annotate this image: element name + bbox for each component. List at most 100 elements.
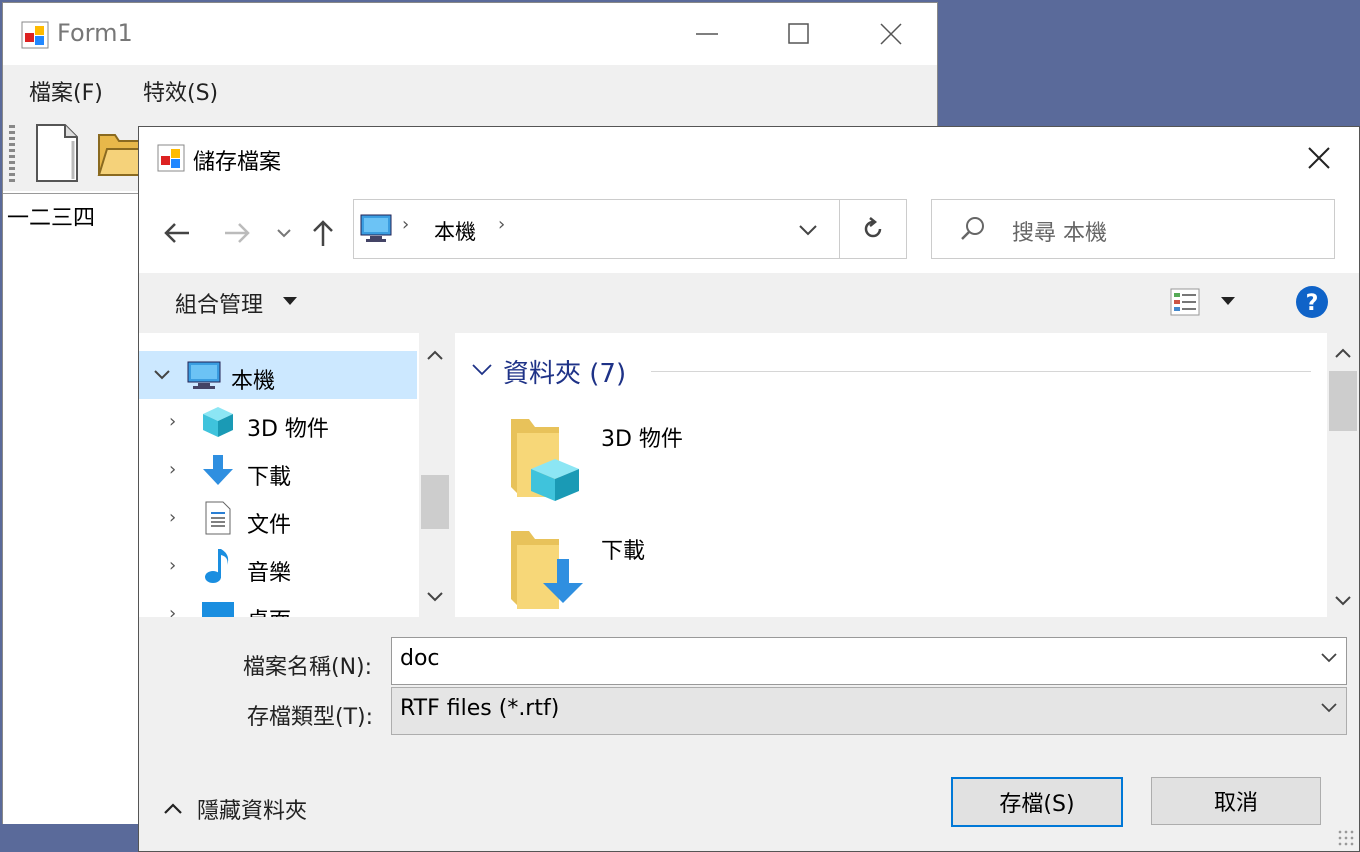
menubar: 檔案(F) 特效(S) (3, 65, 937, 115)
filetype-label: 存檔類型(T): (247, 705, 374, 730)
maximize-icon (788, 23, 809, 44)
scroll-up-icon[interactable] (426, 349, 444, 361)
help-icon[interactable]: ? (1295, 285, 1329, 319)
dialog-title: 儲存檔案 (193, 150, 282, 175)
filename-input[interactable]: doc (391, 637, 1347, 685)
chevron-right-icon[interactable]: › (169, 411, 176, 432)
forward-arrow-icon (225, 223, 250, 243)
chevron-down-icon[interactable] (153, 369, 171, 381)
tree-item-music[interactable]: › 音樂 (139, 543, 417, 591)
navigation-tree: 本機 › 3D 物件 › 下載 › 文件 › 音樂 › (139, 333, 451, 617)
rich-text-content: 一二三四 (7, 206, 96, 231)
save-button[interactable]: 存檔(S) (951, 777, 1123, 827)
tree-label: 音樂 (247, 561, 292, 586)
toolbar-grip[interactable] (9, 125, 15, 183)
folder-item-downloads[interactable]: 下載 (503, 523, 903, 617)
command-bar: 組合管理 ? (139, 273, 1359, 333)
tree-item-3d-objects[interactable]: › 3D 物件 (139, 399, 417, 447)
tree-label: 下載 (247, 465, 292, 490)
download-icon (203, 455, 233, 485)
svg-text:?: ? (1306, 291, 1319, 316)
chevron-down-icon[interactable] (1320, 652, 1338, 664)
chevron-down-icon (277, 229, 291, 238)
tree-item-documents[interactable]: › 文件 (139, 495, 417, 543)
filetype-value: RTF files (*.rtf) (400, 696, 560, 721)
up-arrow-icon (313, 220, 333, 246)
app-icon (21, 21, 49, 49)
scroll-down-icon[interactable] (1334, 595, 1352, 607)
folder-label: 下載 (601, 539, 646, 564)
hide-folders-toggle[interactable]: 隱藏資料夾 (163, 793, 307, 825)
tree-label: 本機 (231, 369, 276, 394)
menu-effects[interactable]: 特效(S) (143, 75, 218, 107)
tree-label: 文件 (247, 513, 292, 538)
search-box[interactable]: 搜尋 本機 (931, 199, 1335, 259)
3d-objects-icon (203, 407, 233, 437)
filename-value: doc (400, 646, 440, 671)
tree-item-desktop[interactable]: › 桌面 (139, 591, 417, 617)
filetype-select[interactable]: RTF files (*.rtf) (391, 687, 1347, 735)
dialog-app-icon (157, 144, 185, 172)
chevron-down-icon[interactable] (471, 363, 493, 377)
breadcrumb-separator: › (402, 214, 410, 235)
back-arrow-icon (164, 223, 189, 243)
chevron-right-icon[interactable]: › (169, 603, 176, 617)
caret-down-icon[interactable] (283, 297, 297, 307)
tree-item-this-pc[interactable]: 本機 (139, 351, 417, 399)
resize-grip[interactable] (1337, 829, 1355, 847)
save-file-dialog: 儲存檔案 › 本機 › 搜尋 本機 組合管理 ? 本機 › 3D 物件 › 下載… (138, 126, 1360, 852)
breadcrumb-location[interactable]: 本機 (434, 216, 476, 246)
chevron-down-icon[interactable] (798, 224, 818, 236)
refresh-icon (864, 217, 882, 238)
minimize-icon (696, 33, 718, 35)
close-icon (1308, 147, 1330, 169)
organize-button[interactable]: 組合管理 (175, 287, 263, 319)
form1-title: Form1 (57, 19, 133, 47)
scroll-down-icon[interactable] (426, 591, 444, 603)
music-icon (205, 549, 229, 583)
computer-icon (360, 214, 392, 242)
content-scrollbar[interactable] (1327, 333, 1359, 617)
desktop-icon (202, 602, 234, 617)
form1-titlebar[interactable]: Form1 (3, 3, 937, 65)
chevron-right-icon[interactable]: › (169, 507, 176, 528)
new-file-icon[interactable] (33, 123, 81, 183)
folder-item-3d-objects[interactable]: 3D 物件 (503, 409, 903, 507)
download-folder-icon (511, 531, 583, 609)
scroll-up-icon[interactable] (1334, 347, 1352, 359)
back-button[interactable] (159, 215, 195, 251)
view-options-icon[interactable] (1169, 287, 1201, 317)
menu-file[interactable]: 檔案(F) (29, 75, 103, 107)
file-list-pane: 資料夾 (7) 3D 物件 下載 (455, 333, 1327, 617)
chevron-up-icon (164, 803, 182, 814)
content-scroll-thumb[interactable] (1329, 371, 1357, 431)
up-button[interactable] (305, 215, 341, 251)
chevron-right-icon[interactable]: › (169, 555, 176, 576)
dialog-titlebar[interactable]: 儲存檔案 (139, 127, 1359, 189)
tree-item-downloads[interactable]: › 下載 (139, 447, 417, 495)
chevron-down-icon[interactable] (1320, 702, 1338, 714)
dialog-close-button[interactable] (1279, 127, 1359, 189)
tree-scroll-thumb[interactable] (421, 475, 449, 529)
computer-icon (187, 361, 221, 389)
maximize-button[interactable] (753, 3, 845, 65)
address-bar[interactable]: › 本機 › (353, 199, 907, 259)
chevron-right-icon[interactable]: › (169, 459, 176, 480)
folder-label: 3D 物件 (601, 427, 683, 452)
3d-objects-folder-icon (511, 419, 579, 501)
close-icon (880, 23, 902, 45)
hide-folders-label: 隱藏資料夾 (197, 799, 308, 824)
recent-locations-button[interactable] (269, 215, 299, 251)
breadcrumb-chevron[interactable]: › (498, 214, 505, 235)
filename-label: 檔案名稱(N): (243, 655, 373, 680)
minimize-button[interactable] (661, 3, 753, 65)
tree-scrollbar[interactable] (419, 333, 451, 617)
group-header[interactable]: 資料夾 (7) (503, 353, 626, 390)
cancel-button[interactable]: 取消 (1151, 777, 1321, 825)
caret-down-icon[interactable] (1221, 297, 1235, 307)
document-icon (205, 501, 231, 535)
refresh-button[interactable] (839, 199, 907, 259)
forward-button[interactable] (219, 215, 255, 251)
tree-label: 3D 物件 (247, 417, 329, 442)
close-button[interactable] (845, 3, 937, 65)
